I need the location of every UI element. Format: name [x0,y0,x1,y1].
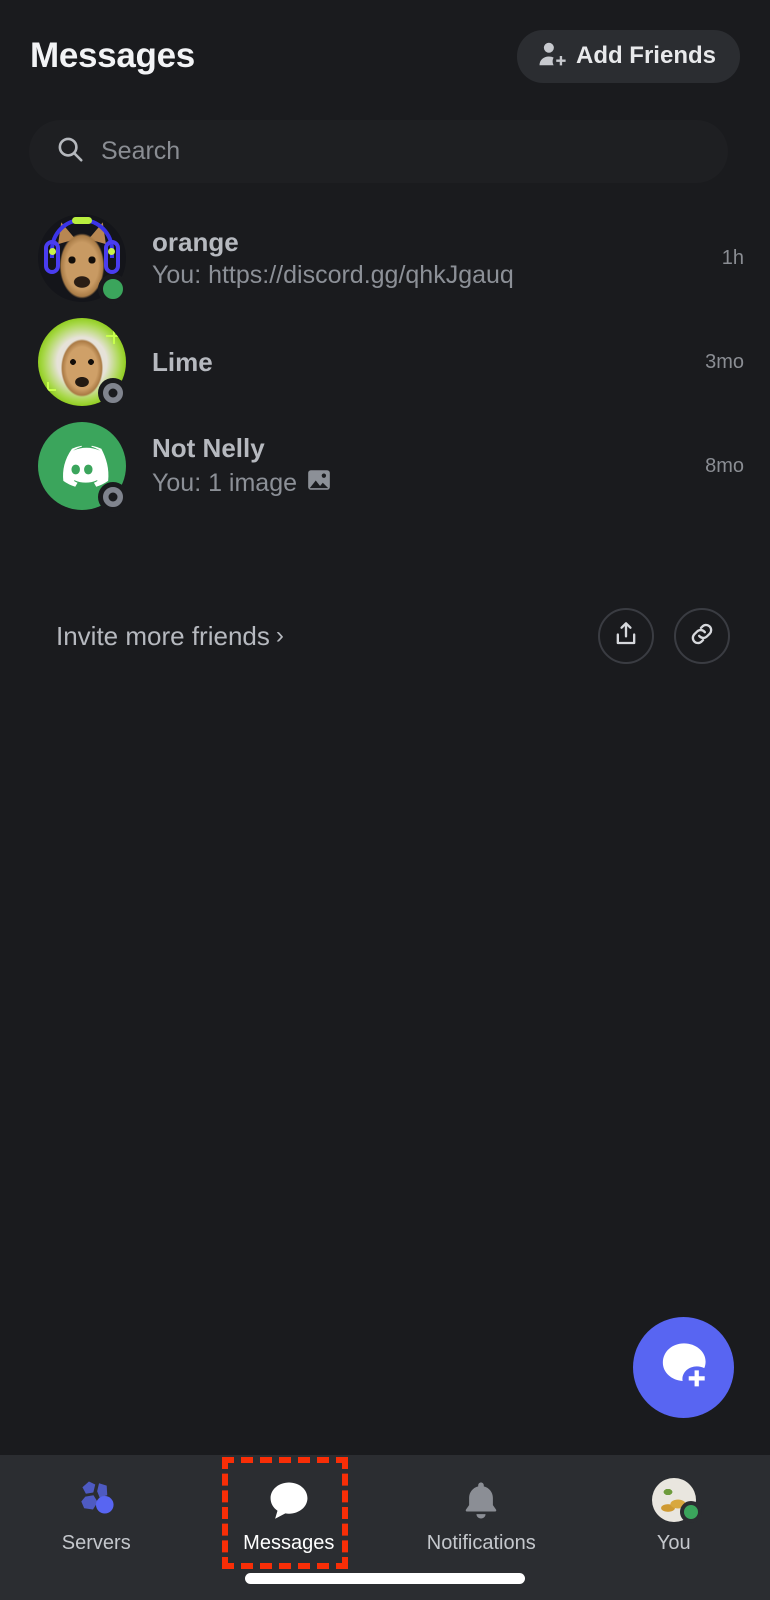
discord-messages-screen: Messages Add Friends Search orange You: … [0,0,770,1600]
conversation-text: orange You: https://discord.gg/qhkJgauq [126,227,712,290]
share-button[interactable] [598,608,654,664]
nav-tab-messages[interactable]: Messages [193,1477,386,1555]
person-plus-icon [537,39,567,74]
image-icon [306,467,332,500]
new-message-fab[interactable] [633,1317,734,1418]
conversation-list: orange You: https://discord.gg/qhkJgauq … [0,206,770,518]
link-icon [688,620,716,653]
avatar [651,1478,702,1523]
status-badge-offline [98,378,128,408]
nav-label-servers: Servers [61,1532,131,1554]
search-placeholder: Search [101,137,181,165]
conversation-timestamp: 3mo [705,350,744,373]
home-indicator [245,1573,525,1584]
nav-tab-notifications[interactable]: Notifications [385,1477,578,1555]
conversation-row-not-nelly[interactable]: Not Nelly You: 1 image 8mo [0,414,770,518]
conversation-preview: You: https://discord.gg/qhkJgauq [152,261,712,290]
add-friends-label: Add Friends [575,42,716,69]
nav-tab-servers[interactable]: Servers [0,1477,193,1555]
conversation-timestamp: 8mo [705,454,744,477]
bell-icon [460,1477,502,1523]
new-message-icon [657,1338,711,1397]
conversation-preview: You: 1 image [152,467,695,500]
conversation-preview-text: You: 1 image [152,468,298,497]
user-avatar-icon [651,1477,702,1523]
header-bar: Messages Add Friends [0,0,770,112]
avatar [38,318,128,408]
nav-label-notifications: Notifications [426,1532,536,1554]
conversation-text: Lime [126,347,695,378]
servers-icon [73,1477,119,1523]
share-icon [612,620,640,653]
conversation-row-orange[interactable]: orange You: https://discord.gg/qhkJgauq … [0,206,770,310]
status-badge-online [679,1501,702,1523]
page-title: Messages [30,36,195,75]
conversation-preview-text: You: https://discord.gg/qhkJgauq [152,260,514,289]
conversation-name: orange [152,226,239,257]
conversation-name: Lime [152,346,213,377]
conversation-text: Not Nelly You: 1 image [126,433,695,500]
invite-more-friends-row: Invite more friends › [0,600,770,672]
add-friends-button[interactable]: Add Friends [516,29,740,83]
invite-more-friends-button[interactable]: Invite more friends › [56,621,284,652]
nav-label-you: You [656,1532,691,1554]
copy-link-button[interactable] [674,608,730,664]
search-input[interactable]: Search [29,120,728,183]
invite-more-friends-label: Invite more friends [56,620,270,651]
messages-bubble-icon [267,1477,311,1523]
status-badge-offline [98,482,128,512]
avatar [38,214,128,304]
nav-tab-you[interactable]: You [578,1477,770,1555]
status-badge-online [98,274,128,304]
avatar [38,422,128,512]
conversation-row-lime[interactable]: Lime 3mo [0,310,770,414]
bottom-navigation: Servers Messages Notifications You [0,1455,770,1600]
chevron-right-icon: › [275,622,284,649]
search-icon [55,134,85,169]
conversation-name: Not Nelly [152,432,265,463]
invite-actions [598,608,730,664]
conversation-timestamp: 1h [721,246,744,269]
nav-label-messages: Messages [243,1532,335,1554]
